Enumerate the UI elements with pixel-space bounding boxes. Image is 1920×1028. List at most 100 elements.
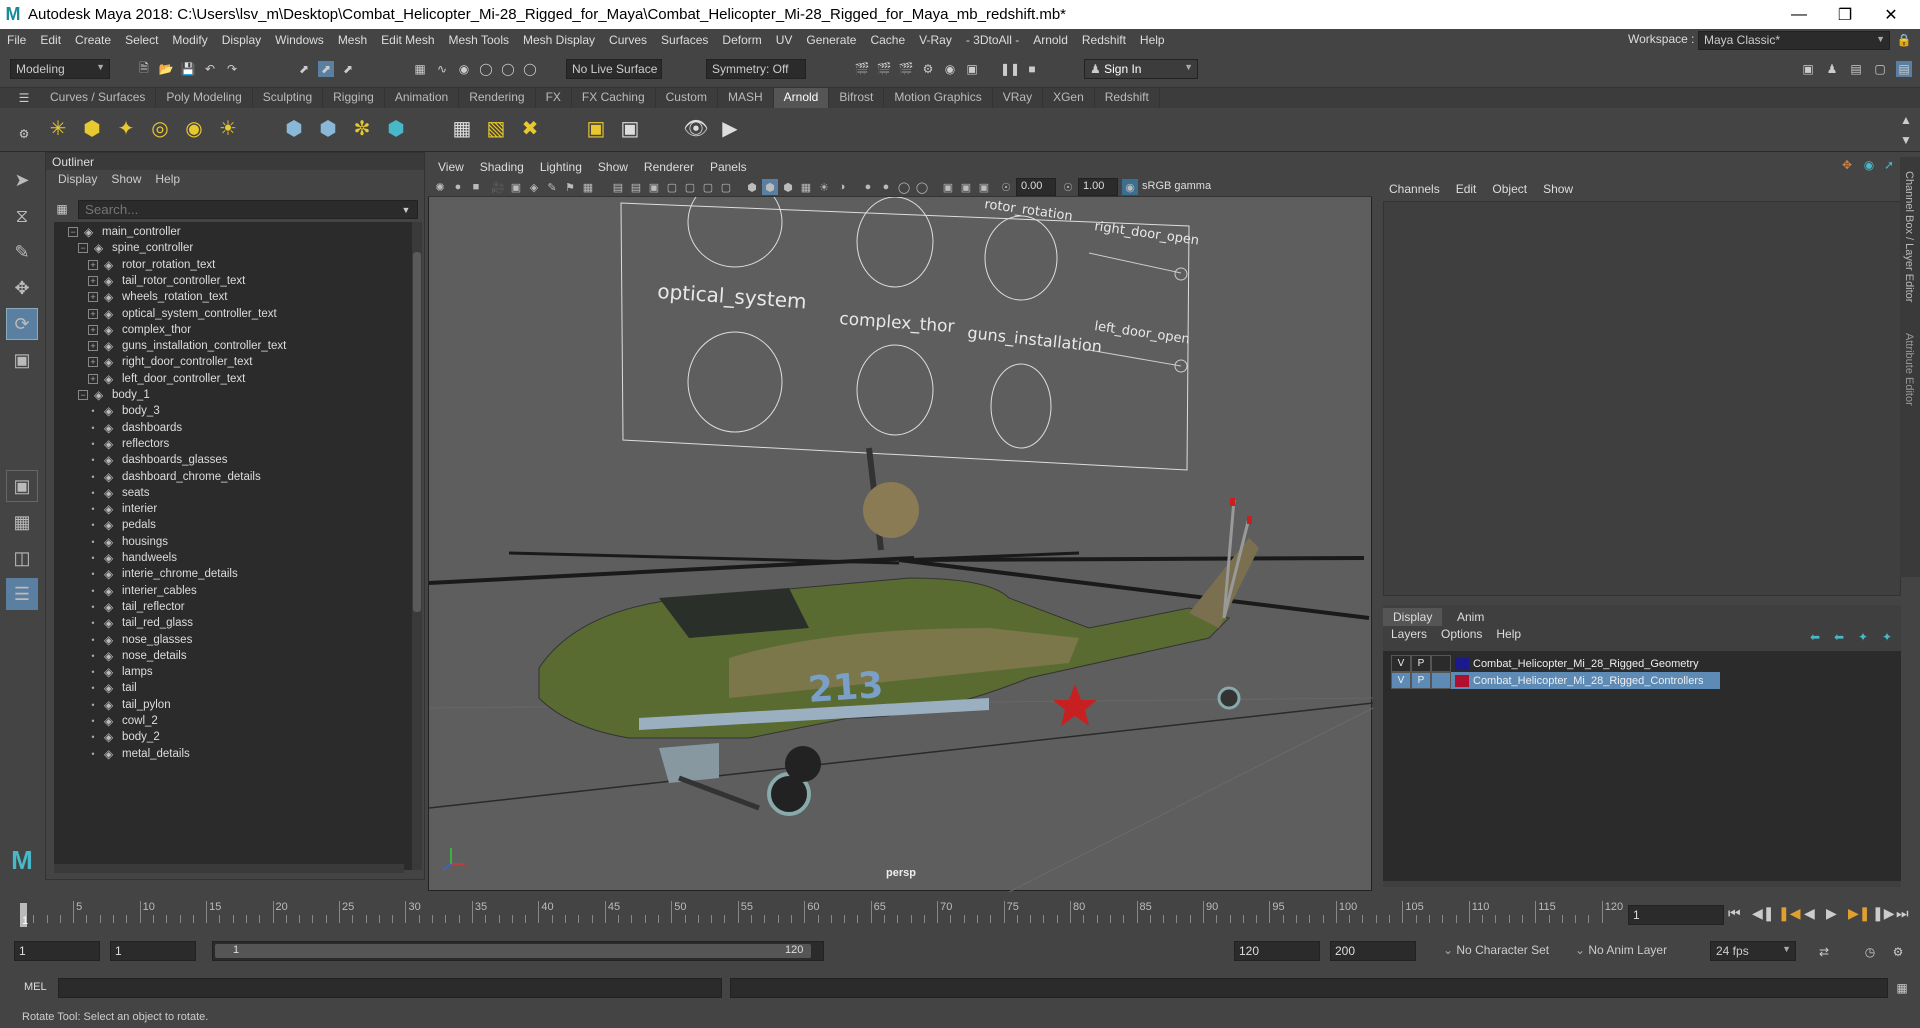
side-tab-channel-box[interactable]: Channel Box / Layer Editor xyxy=(1903,171,1915,302)
search-options-chevron-icon[interactable]: ▼ xyxy=(398,202,414,218)
ambient-occlusion-icon[interactable]: ● xyxy=(860,179,876,195)
move-layer-up-icon[interactable]: ⬅ xyxy=(1807,629,1823,645)
flush-cache-icon[interactable]: ✖ xyxy=(516,114,544,142)
tab-display[interactable]: Display xyxy=(1383,608,1443,626)
playback-start-field[interactable]: 1 xyxy=(110,941,196,961)
expand-toggle-icon[interactable]: + xyxy=(88,373,98,384)
shelf-tab-animation[interactable]: Animation xyxy=(385,88,460,108)
play-forwards-icon[interactable]: ▶ xyxy=(1826,905,1837,922)
menu-file[interactable]: File xyxy=(0,33,33,47)
loop-icon[interactable]: ⇄ xyxy=(1816,944,1832,960)
character-set-dropdown[interactable]: ⌄ No Character Set xyxy=(1438,941,1562,961)
shelf-tab-redshift[interactable]: Redshift xyxy=(1095,88,1160,108)
lights-icon[interactable]: ☀ xyxy=(816,179,832,195)
snap-together-icon[interactable]: ◯ xyxy=(522,61,538,77)
layer-row[interactable]: V P Combat_Helicopter_Mi_28_Rigged_Geometr… xyxy=(1391,655,1715,672)
material-icon[interactable]: ▣ xyxy=(582,114,610,142)
select-by-object-icon[interactable]: ⬈ xyxy=(318,61,334,77)
texture-manager-icon[interactable]: ▦ xyxy=(448,114,476,142)
expand-toggle-icon[interactable]: − xyxy=(68,227,78,237)
tool-settings-icon[interactable]: ▢ xyxy=(1872,61,1888,77)
menu-curves[interactable]: Curves xyxy=(602,33,654,47)
channel-menu-object[interactable]: Object xyxy=(1492,182,1527,196)
ipr-render-icon[interactable]: 🎬 xyxy=(898,61,914,77)
outliner-hscrollbar[interactable] xyxy=(54,864,404,873)
layer-color-swatch[interactable] xyxy=(1455,657,1469,670)
sign-in-button[interactable]: ♟ Sign In ▼ xyxy=(1084,59,1198,79)
outliner-search-input[interactable] xyxy=(78,200,418,219)
grease-pencil-icon[interactable]: ✎ xyxy=(544,179,560,195)
symmetry-dropdown[interactable]: Symmetry: Off xyxy=(706,59,806,79)
menu-select[interactable]: Select xyxy=(118,33,165,47)
xray-icon[interactable]: ▣ xyxy=(958,179,974,195)
layer-menu-help[interactable]: Help xyxy=(1496,627,1521,641)
menu-deform[interactable]: Deform xyxy=(715,33,768,47)
menu-windows[interactable]: Windows xyxy=(268,33,331,47)
side-tab-attribute-editor[interactable]: Attribute Editor xyxy=(1903,333,1915,406)
outliner-filter-icon[interactable]: ▦ xyxy=(54,201,70,217)
range-slider-handle[interactable] xyxy=(215,944,811,958)
menu-create[interactable]: Create xyxy=(68,33,118,47)
workspace-dropdown[interactable]: Maya Classic* ▼ xyxy=(1698,31,1890,50)
render-settings-icon[interactable]: ⚙ xyxy=(920,61,936,77)
minimize-button[interactable]: — xyxy=(1776,0,1822,29)
layer-visibility-toggle[interactable]: V xyxy=(1391,672,1411,689)
menu-generate[interactable]: Generate xyxy=(799,33,863,47)
animation-preferences-icon[interactable]: ⚙ xyxy=(1890,944,1906,960)
select-by-hierarchy-icon[interactable]: ⬈ xyxy=(296,61,312,77)
pause-ipr-icon[interactable]: ❚❚ xyxy=(1000,61,1020,77)
expand-toggle-icon[interactable]: + xyxy=(88,275,98,286)
layer-playback-toggle[interactable]: P xyxy=(1411,655,1431,672)
wireframe-icon[interactable]: ⬢ xyxy=(744,179,760,195)
export-standin-icon[interactable]: ⬢ xyxy=(314,114,342,142)
xray-joints-icon[interactable]: ▣ xyxy=(976,179,992,195)
four-view-layout-icon[interactable]: ▦ xyxy=(6,506,38,538)
snap-live-icon[interactable]: ◯ xyxy=(500,61,516,77)
safe-action-icon[interactable]: ▢ xyxy=(682,179,698,195)
rotate-tool-icon[interactable]: ⟳ xyxy=(6,308,38,340)
render-view-icon[interactable]: 🎬 xyxy=(876,61,892,77)
shelf-tab-fx[interactable]: FX xyxy=(536,88,572,108)
menu-redshift[interactable]: Redshift xyxy=(1075,33,1133,47)
render-play-icon[interactable]: ▶ xyxy=(716,114,744,142)
paint-select-tool-icon[interactable]: ✎ xyxy=(6,236,38,268)
stand-in-icon[interactable]: ⬢ xyxy=(280,114,308,142)
menu-arnold[interactable]: Arnold xyxy=(1026,33,1075,47)
expand-toggle-icon[interactable]: + xyxy=(88,308,98,319)
step-forward-frame-icon[interactable]: ❚▶ xyxy=(1872,905,1895,922)
character-controls-icon[interactable]: ♟ xyxy=(1824,61,1840,77)
depth-of-field-icon[interactable]: ◯ xyxy=(914,179,930,195)
snap-curve-icon[interactable]: ∿ xyxy=(434,61,450,77)
render-view-eye-icon[interactable]: 👁 xyxy=(682,114,710,142)
command-language-label[interactable]: MEL xyxy=(24,981,47,993)
exposure-field[interactable]: 0.00 xyxy=(1016,178,1056,196)
viewport-menu-view[interactable]: View xyxy=(438,160,464,174)
shelf-tab-poly-modeling[interactable]: Poly Modeling xyxy=(156,88,253,108)
menu-mesh[interactable]: Mesh xyxy=(331,33,374,47)
menu-3dtoall[interactable]: - 3DtoAll - xyxy=(959,33,1026,47)
menu-edit-mesh[interactable]: Edit Mesh xyxy=(374,33,441,47)
live-surface-field[interactable]: No Live Surface xyxy=(566,59,662,79)
expand-toggle-icon[interactable]: − xyxy=(78,390,88,400)
shelf-tab-xgen[interactable]: XGen xyxy=(1043,88,1095,108)
layer-playback-toggle[interactable]: P xyxy=(1411,672,1431,689)
mesh-light-icon[interactable]: ⬢ xyxy=(78,114,106,142)
shelf-tab-arnold[interactable]: Arnold xyxy=(773,88,830,108)
isolate-icon[interactable]: ▢ xyxy=(718,179,734,195)
isolate-select-icon[interactable]: ▣ xyxy=(940,179,956,195)
menu-mesh-tools[interactable]: Mesh Tools xyxy=(442,33,516,47)
shelf-settings-icon[interactable]: ⚙ xyxy=(16,126,32,142)
tx-icon[interactable]: ▧ xyxy=(482,114,510,142)
animation-end-field[interactable]: 200 xyxy=(1330,941,1416,961)
menu-set-dropdown[interactable]: Modeling ▼ xyxy=(10,59,110,79)
tab-anim[interactable]: Anim xyxy=(1447,608,1494,626)
color-space-label[interactable]: sRGB gamma xyxy=(1142,180,1211,192)
resolution-gate-icon[interactable]: ▤ xyxy=(628,179,644,195)
new-layer-selected-icon[interactable]: ✦ xyxy=(1879,629,1895,645)
channel-menu-edit[interactable]: Edit xyxy=(1456,182,1477,196)
channel-menu-show[interactable]: Show xyxy=(1543,182,1573,196)
expand-toggle-icon[interactable]: + xyxy=(88,324,98,335)
outliner-layout-icon[interactable]: ☰ xyxy=(6,578,38,610)
shelf-menu-icon[interactable]: ☰ xyxy=(16,90,32,106)
light-portal-icon[interactable]: ◉ xyxy=(180,114,208,142)
